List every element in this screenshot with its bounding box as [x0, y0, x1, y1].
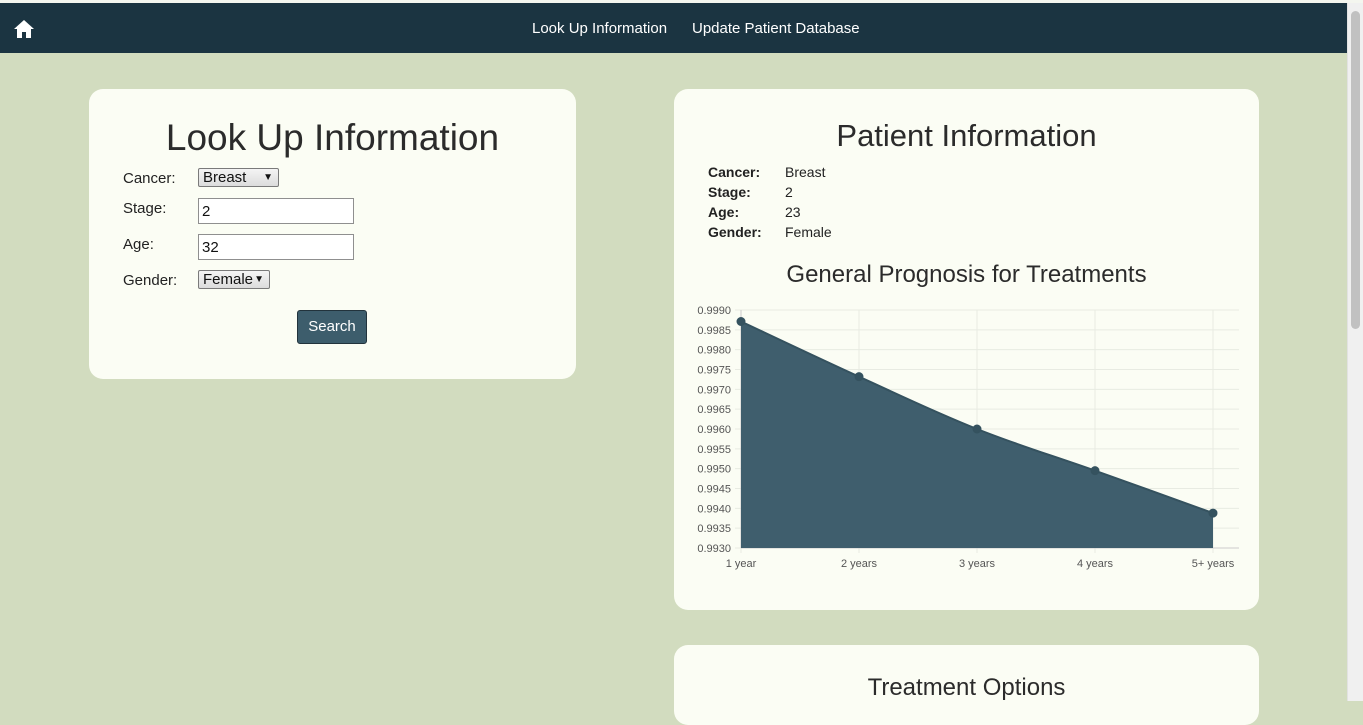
y-tick-label: 0.9945: [697, 484, 731, 496]
data-point: [1208, 508, 1218, 518]
data-point: [736, 317, 746, 327]
patient-stage-value: 2: [785, 184, 793, 200]
gender-select-value: Female: [203, 271, 254, 288]
data-point: [972, 424, 982, 434]
patient-info-title: Patient Information: [836, 118, 1097, 153]
dropdown-arrow-icon: ▼: [254, 274, 264, 285]
lookup-title: Look Up Information: [165, 117, 500, 158]
dropdown-arrow-icon: ▼: [263, 172, 273, 183]
patient-cancer-label: Cancer:: [708, 164, 761, 180]
patient-cancer-value: Breast: [785, 164, 826, 180]
gender-label: Gender:: [123, 272, 178, 289]
stage-label: Stage:: [123, 200, 167, 217]
cancer-label: Cancer:: [123, 170, 176, 187]
home-icon[interactable]: [13, 18, 35, 40]
y-tick-label: 0.9985: [697, 325, 731, 337]
y-tick-label: 0.9975: [697, 365, 731, 377]
lookup-card: Look Up Information Cancer: Breast ▼ Sta…: [89, 89, 576, 379]
y-tick-label: 0.9950: [697, 464, 731, 476]
age-label: Age:: [123, 236, 154, 253]
cancer-select[interactable]: Breast ▼: [198, 168, 279, 187]
x-tick-label: 3 years: [959, 558, 996, 570]
y-tick-label: 0.9980: [697, 345, 731, 357]
patient-info-card: Patient Information Cancer: Breast Stage…: [674, 89, 1259, 610]
y-tick-label: 0.9930: [697, 543, 731, 555]
y-tick-label: 0.9970: [697, 384, 731, 396]
top-navbar: Look Up Information Update Patient Datab…: [0, 3, 1348, 53]
patient-stage-label: Stage:: [708, 184, 751, 200]
patient-age-value: 23: [785, 204, 801, 220]
x-tick-label: 1 year: [726, 558, 757, 570]
page-scrollbar[interactable]: [1347, 3, 1363, 701]
gender-select[interactable]: Female ▼: [198, 270, 270, 289]
patient-age-label: Age:: [708, 204, 740, 220]
chart-title: General Prognosis for Treatments: [786, 261, 1147, 288]
data-point: [1090, 466, 1100, 476]
y-tick-label: 0.9955: [697, 444, 731, 456]
data-point: [854, 372, 864, 382]
cancer-select-value: Breast: [203, 169, 247, 186]
y-tick-label: 0.9940: [697, 503, 731, 515]
treatment-options-card: Treatment Options: [674, 645, 1259, 725]
nav-update-patient-database[interactable]: Update Patient Database: [692, 20, 860, 37]
patient-gender-label: Gender:: [708, 224, 762, 240]
patient-gender-value: Female: [785, 224, 832, 240]
y-tick-label: 0.9960: [697, 424, 731, 436]
scrollbar-thumb[interactable]: [1351, 11, 1360, 329]
treatment-options-title: Treatment Options: [867, 674, 1066, 701]
y-tick-label: 0.9990: [697, 305, 731, 317]
y-tick-label: 0.9965: [697, 404, 731, 416]
prognosis-area-chart: 0.9990 0.9985 0.9980 0.9975 0.9970 0.9965 0.99…: [697, 305, 1239, 570]
search-button[interactable]: Search: [297, 310, 367, 344]
x-tick-label: 5+ years: [1192, 558, 1235, 570]
y-tick-label: 0.9935: [697, 523, 731, 535]
age-input[interactable]: 32: [198, 234, 354, 260]
stage-input[interactable]: 2: [198, 198, 354, 224]
x-tick-label: 4 years: [1077, 558, 1114, 570]
nav-look-up-information[interactable]: Look Up Information: [532, 20, 667, 37]
x-tick-label: 2 years: [841, 558, 878, 570]
